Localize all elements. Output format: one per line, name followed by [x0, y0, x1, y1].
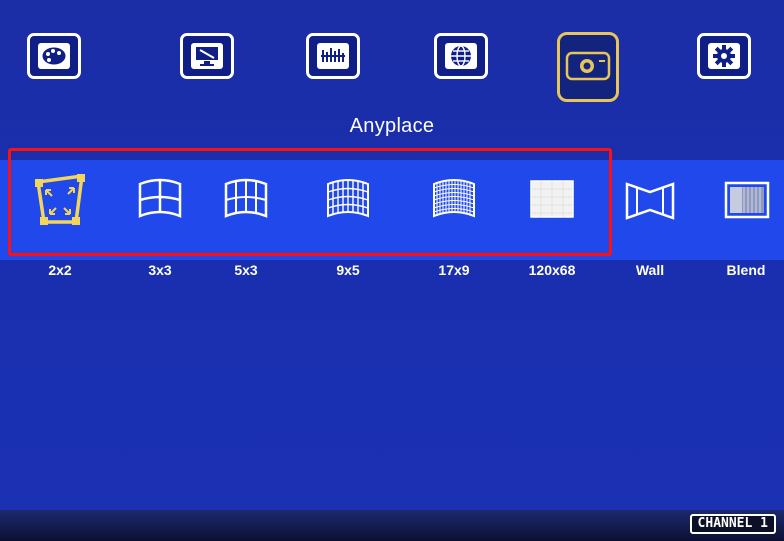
- top-menu-projector[interactable]: [557, 32, 619, 102]
- mode-label: 17x9: [438, 262, 470, 278]
- top-menu-settings[interactable]: [697, 33, 751, 79]
- palette-icon: [38, 43, 70, 69]
- top-menu-palette[interactable]: [27, 33, 81, 79]
- mode-wall[interactable]: Wall: [614, 170, 686, 278]
- osd-screen: Anyplace 2x2 3x3 5x3 9x5 17x9 120x68 Wal…: [0, 0, 784, 541]
- status-bar: [0, 510, 784, 541]
- top-menu-display-setup[interactable]: [180, 33, 234, 79]
- blend-icon: [724, 181, 770, 219]
- mode-label: 120x68: [528, 262, 576, 278]
- monitor-tools-icon: [191, 43, 223, 69]
- globe-icon: [445, 43, 477, 69]
- channel-indicator: CHANNEL 1: [689, 514, 776, 534]
- mode-label: 9x5: [336, 262, 360, 278]
- mode-blend[interactable]: Blend: [710, 170, 782, 278]
- annotation-highlight-box: [8, 148, 612, 256]
- mode-label: 5x3: [234, 262, 258, 278]
- top-menu-network[interactable]: [434, 33, 488, 79]
- menu-title: Anyplace: [349, 115, 435, 137]
- wall-icon: [625, 182, 675, 220]
- mode-label: Blend: [726, 262, 766, 278]
- equalizer-icon: [317, 43, 349, 69]
- gear-icon: [708, 43, 740, 69]
- mode-label: 2x2: [48, 262, 72, 278]
- mode-label: 3x3: [148, 262, 172, 278]
- mode-label: Wall: [635, 262, 665, 278]
- top-menu-audio[interactable]: [306, 33, 360, 79]
- projector-icon: [565, 51, 611, 81]
